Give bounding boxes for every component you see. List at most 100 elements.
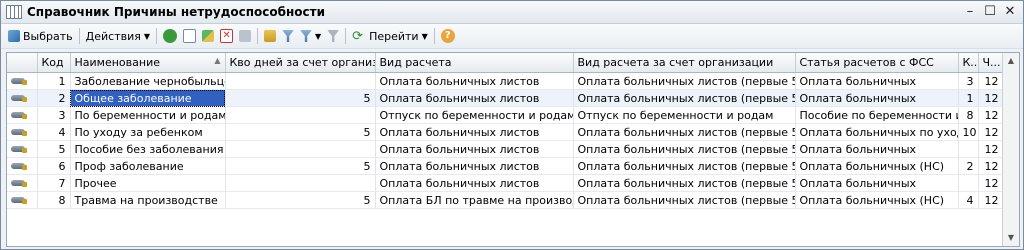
scroll-down-icon[interactable]: ▼: [1003, 230, 1019, 246]
reasons-table[interactable]: Код Наименование ▲ Кво дней за счет орган…: [6, 52, 1020, 247]
row-calc-type[interactable]: Оплата больничных листов: [375, 89, 574, 107]
row-code[interactable]: 5: [37, 140, 71, 158]
help-button[interactable]: ?: [438, 26, 458, 46]
row-ch[interactable]: 12: [978, 191, 1004, 209]
row-ch[interactable]: 12: [978, 89, 1004, 107]
table-row[interactable]: 7 Прочее Оплата больничных листов Оплата бо…: [7, 174, 1019, 192]
minimize-button[interactable]: –: [961, 4, 979, 20]
table-row[interactable]: 8 Травма на производстве 5 Оплата БЛ по тра…: [7, 191, 1019, 209]
row-ch[interactable]: 12: [978, 174, 1004, 192]
select-button[interactable]: Выбрать: [5, 26, 76, 46]
table-row[interactable]: 5 Пособие без заболевания Оплата больничны…: [7, 140, 1019, 158]
row-org-calc-type[interactable]: Оплата больничных листов (первые 5 дней): [573, 89, 796, 107]
table-row[interactable]: 6 Проф заболевание 5 Оплата больничных лист…: [7, 157, 1019, 175]
row-ch[interactable]: 12: [978, 140, 1004, 158]
column-header-calc-type[interactable]: Вид расчета: [375, 53, 574, 73]
row-days[interactable]: 5: [225, 191, 376, 209]
row-ch[interactable]: 12: [978, 106, 1004, 124]
row-k[interactable]: [958, 140, 979, 158]
row-name[interactable]: Пособие без заболевания: [70, 140, 226, 158]
clear-filter-button[interactable]: [324, 26, 342, 46]
table-row[interactable]: 1 Заболевание чернобыльцев Оплата больничн…: [7, 72, 1019, 90]
row-calc-type[interactable]: Оплата больничных листов: [375, 157, 574, 175]
row-code[interactable]: 1: [37, 72, 71, 90]
row-name[interactable]: Заболевание чернобыльцев: [70, 72, 226, 90]
table-row[interactable]: 3 По беременности и родам Отпуск по береме…: [7, 106, 1019, 124]
row-k[interactable]: 4: [958, 191, 979, 209]
row-calc-type[interactable]: Оплата БЛ по травме на производстве: [375, 191, 574, 209]
row-code[interactable]: 8: [37, 191, 71, 209]
row-org-calc-type[interactable]: Оплата больничных листов (первые 5 дней): [573, 191, 796, 209]
column-header-days[interactable]: Кво дней за счет организации: [225, 53, 376, 73]
row-org-calc-type[interactable]: Оплата больничных листов (первые 5 дней): [573, 174, 796, 192]
row-name[interactable]: Общее заболевание: [70, 89, 226, 107]
column-header-code[interactable]: Код: [37, 53, 71, 73]
row-org-calc-type[interactable]: Оплата больничных листов (первые 5 дней): [573, 157, 796, 175]
refresh-button[interactable]: ⟳: [349, 26, 366, 46]
delete-button[interactable]: ✕: [217, 26, 236, 46]
row-days[interactable]: 5: [225, 123, 376, 141]
row-name[interactable]: Прочее: [70, 174, 226, 192]
row-code[interactable]: 2: [37, 89, 71, 107]
row-days[interactable]: [225, 174, 376, 192]
close-button[interactable]: ✕: [1001, 4, 1019, 20]
row-name[interactable]: По уходу за ребенком: [70, 123, 226, 141]
row-ch[interactable]: 12: [978, 123, 1004, 141]
row-k[interactable]: 8: [958, 106, 979, 124]
row-days[interactable]: [225, 106, 376, 124]
scroll-up-icon[interactable]: ▲: [1003, 53, 1019, 69]
row-calc-type[interactable]: Отпуск по беременности и родам: [375, 106, 574, 124]
mark-deletion-button[interactable]: [236, 26, 254, 46]
row-fss-item[interactable]: Оплата больничных по уходу з...: [795, 123, 959, 141]
row-code[interactable]: 3: [37, 106, 71, 124]
row-code[interactable]: 6: [37, 157, 71, 175]
row-fss-item[interactable]: Пособие по беременности и р...: [795, 106, 959, 124]
row-k[interactable]: [958, 174, 979, 192]
actions-menu-button[interactable]: Действия ▼: [83, 26, 153, 46]
column-header-fss-item[interactable]: Статья расчетов с ФСС: [795, 53, 959, 73]
row-code[interactable]: 4: [37, 123, 71, 141]
row-k[interactable]: 3: [958, 72, 979, 90]
row-org-calc-type[interactable]: Оплата больничных листов (первые 5 дней): [573, 123, 796, 141]
row-ch[interactable]: 12: [978, 157, 1004, 175]
row-k[interactable]: 1: [958, 89, 979, 107]
row-org-calc-type[interactable]: Отпуск по беременности и родам: [573, 106, 796, 124]
goto-menu-button[interactable]: Перейти ▼: [366, 26, 431, 46]
row-days[interactable]: [225, 140, 376, 158]
column-header-name[interactable]: Наименование ▲: [70, 53, 226, 73]
row-ch[interactable]: 12: [978, 72, 1004, 90]
row-org-calc-type[interactable]: Оплата больничных листов (первые 5 дней): [573, 140, 796, 158]
filter-dropdown-button[interactable]: ▼: [297, 26, 324, 46]
add-button[interactable]: [160, 26, 180, 46]
row-fss-item[interactable]: Оплата больничных: [795, 140, 959, 158]
row-name[interactable]: Проф заболевание: [70, 157, 226, 175]
row-org-calc-type[interactable]: Оплата больничных листов (первые 5 дней): [573, 72, 796, 90]
copy-button[interactable]: [180, 26, 199, 46]
row-fss-item[interactable]: Оплата больничных (НС): [795, 157, 959, 175]
row-calc-type[interactable]: Оплата больничных листов: [375, 140, 574, 158]
table-row[interactable]: 2 Общее заболевание 5 Оплата больничных лис…: [7, 89, 1019, 107]
vertical-scrollbar[interactable]: ▲ ▼: [1002, 53, 1019, 246]
row-fss-item[interactable]: Оплата больничных: [795, 174, 959, 192]
row-fss-item[interactable]: Оплата больничных: [795, 89, 959, 107]
edit-button[interactable]: [199, 26, 217, 46]
row-name[interactable]: Травма на производстве: [70, 191, 226, 209]
row-k[interactable]: 2: [958, 157, 979, 175]
row-days[interactable]: [225, 72, 376, 90]
maximize-button[interactable]: ☐: [981, 4, 999, 20]
row-name[interactable]: По беременности и родам: [70, 106, 226, 124]
row-k[interactable]: 10: [958, 123, 979, 141]
row-fss-item[interactable]: Оплата больничных (НС): [795, 191, 959, 209]
column-header-org-calc-type[interactable]: Вид расчета за счет организации: [573, 53, 796, 73]
column-header-ch[interactable]: Ч...: [978, 53, 1004, 73]
row-fss-item[interactable]: Оплата больничных: [795, 72, 959, 90]
row-calc-type[interactable]: Оплата больничных листов: [375, 174, 574, 192]
column-header-k[interactable]: К...: [958, 53, 979, 73]
column-header-icon[interactable]: [7, 53, 38, 73]
row-calc-type[interactable]: Оплата больничных листов: [375, 72, 574, 90]
hierarchy-button[interactable]: [261, 26, 279, 46]
row-code[interactable]: 7: [37, 174, 71, 192]
row-days[interactable]: 5: [225, 89, 376, 107]
row-calc-type[interactable]: Оплата больничных листов: [375, 123, 574, 141]
table-row[interactable]: 4 По уходу за ребенком 5 Оплата больничных …: [7, 123, 1019, 141]
